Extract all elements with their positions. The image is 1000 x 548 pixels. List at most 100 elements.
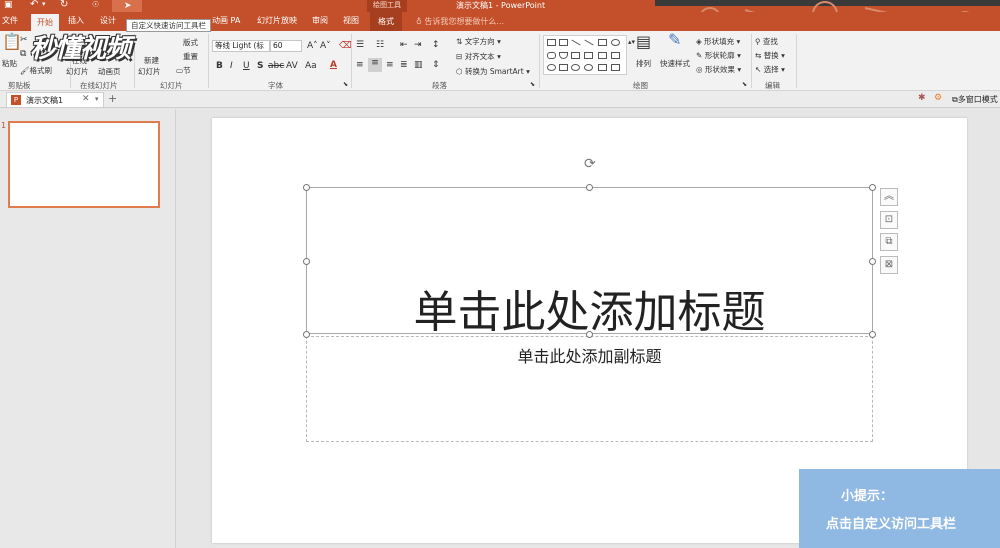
resize-handle-sw[interactable] bbox=[303, 331, 310, 338]
close-tab-icon[interactable]: ✕ bbox=[82, 94, 90, 104]
tab-dropdown-icon[interactable]: ▾ bbox=[95, 95, 99, 103]
tab-format[interactable]: 格式 bbox=[370, 12, 402, 31]
puzzle-icon[interactable]: ✱ bbox=[918, 93, 926, 103]
layout-options-icon[interactable]: ⊡ bbox=[880, 211, 898, 229]
copy-icon[interactable]: ⧉ bbox=[20, 49, 26, 59]
cut-icon[interactable]: ✂ bbox=[20, 35, 28, 45]
paragraph-dialog-launcher-icon[interactable]: ⬊ bbox=[530, 80, 535, 90]
settings-gear-icon[interactable]: ⚙ bbox=[934, 93, 942, 103]
tab-design[interactable]: 设计 bbox=[100, 15, 116, 26]
brace-shape-icon[interactable] bbox=[571, 64, 580, 71]
bracket-shape-icon[interactable] bbox=[598, 64, 607, 71]
arrange-button[interactable]: 排列 bbox=[636, 58, 651, 69]
collapse-icon[interactable]: ︽ bbox=[880, 188, 898, 206]
section-button[interactable]: ▭节 bbox=[176, 65, 191, 76]
reset-button[interactable]: 重置 bbox=[183, 51, 198, 62]
resize-handle-ne[interactable] bbox=[869, 184, 876, 191]
triangle-shape-icon[interactable] bbox=[559, 52, 568, 59]
resize-handle-s[interactable] bbox=[586, 331, 593, 338]
paste-icon[interactable]: 📋 bbox=[2, 34, 22, 50]
new-slide-button[interactable]: 幻灯片 bbox=[138, 66, 161, 77]
para-spacing-icon[interactable]: ⇕ bbox=[432, 60, 440, 70]
shape-outline-button[interactable]: ✎ 形状轮廓 ▾ bbox=[696, 50, 741, 61]
oval-shape-icon[interactable] bbox=[611, 39, 620, 46]
rotate-handle-icon[interactable]: ⟳ bbox=[584, 156, 596, 172]
font-size-select[interactable]: 60 bbox=[270, 40, 302, 52]
tell-me-search[interactable]: ♁ 告诉我您想要做什么... bbox=[416, 16, 504, 27]
font-color-button[interactable]: A bbox=[330, 60, 337, 70]
font-dialog-launcher-icon[interactable]: ⬊ bbox=[343, 80, 348, 90]
add-tab-icon[interactable]: + bbox=[108, 92, 117, 105]
resize-handle-w[interactable] bbox=[303, 258, 310, 265]
subtitle-placeholder[interactable]: 单击此处添加副标题 bbox=[306, 336, 873, 442]
bullets-icon[interactable]: ☰ bbox=[356, 40, 364, 50]
bold-button[interactable]: B bbox=[216, 61, 223, 71]
convert-smartart-button[interactable]: ⬡ 转换为 SmartArt ▾ bbox=[456, 66, 530, 77]
rect-shape-icon[interactable] bbox=[598, 39, 607, 46]
multi-window-button[interactable]: ⧉多窗口模式 bbox=[952, 94, 998, 105]
reuse-slides-button[interactable]: 幻灯片 bbox=[66, 66, 89, 77]
tab-review[interactable]: 审阅 bbox=[312, 15, 328, 26]
resize-handle-n[interactable] bbox=[586, 184, 593, 191]
replace-button[interactable]: ⇆ 替换 ▾ bbox=[755, 50, 785, 61]
find-button[interactable]: ⚲ 查找 bbox=[755, 36, 778, 47]
filter-icon[interactable]: ⊠ bbox=[880, 256, 898, 274]
resize-handle-se[interactable] bbox=[869, 331, 876, 338]
callout-shape-icon[interactable] bbox=[559, 64, 568, 71]
title-placeholder[interactable]: 单击此处添加标题 bbox=[306, 187, 873, 338]
resize-handle-e[interactable] bbox=[869, 258, 876, 265]
elbow-shape-icon[interactable] bbox=[584, 52, 593, 59]
redo-icon[interactable]: ↻ bbox=[60, 0, 68, 10]
tab-view[interactable]: 视图 bbox=[343, 15, 359, 26]
textbox-shape-icon[interactable] bbox=[547, 39, 556, 46]
gallery-scroll-icon[interactable]: ▴▾ bbox=[628, 37, 635, 47]
decrease-indent-icon[interactable]: ⇤ bbox=[400, 40, 408, 50]
tab-file[interactable]: 文件 bbox=[2, 15, 18, 26]
underline-button[interactable]: U bbox=[243, 61, 250, 71]
subtitle-placeholder-text[interactable]: 单击此处添加副标题 bbox=[307, 343, 872, 367]
shadow-button[interactable]: S bbox=[257, 61, 263, 71]
shape-effects-button[interactable]: ◎ 形状效果 ▾ bbox=[696, 64, 741, 75]
arrow-shape-icon[interactable] bbox=[584, 39, 594, 46]
grow-font-icon[interactable]: A˄ bbox=[307, 41, 318, 51]
star-shape-icon[interactable] bbox=[547, 64, 556, 71]
right-arrow-shape-icon[interactable] bbox=[598, 52, 607, 59]
tab-slideshow[interactable]: 幻灯片放映 bbox=[257, 15, 297, 26]
more-shapes-icon[interactable] bbox=[611, 64, 620, 71]
align-right-icon[interactable]: ≡ bbox=[386, 60, 394, 70]
align-left-icon[interactable]: ≡ bbox=[356, 60, 364, 70]
font-name-select[interactable]: 等线 Light (标 bbox=[212, 40, 270, 52]
arrange-icon[interactable]: ▤ bbox=[636, 34, 651, 50]
quick-styles-button[interactable]: 快速样式 bbox=[660, 58, 690, 69]
curve-shape-icon[interactable] bbox=[584, 64, 593, 71]
tab-insert[interactable]: 插入 bbox=[68, 15, 84, 26]
line-spacing-icon[interactable]: ↕ bbox=[432, 40, 440, 50]
align-text-button[interactable]: ⊟ 对齐文本 ▾ bbox=[456, 51, 501, 62]
change-case-button[interactable]: Aa bbox=[305, 61, 317, 71]
shape-fill-button[interactable]: ◈ 形状填充 ▾ bbox=[696, 36, 740, 47]
italic-button[interactable]: I bbox=[230, 61, 233, 71]
resize-handle-nw[interactable] bbox=[303, 184, 310, 191]
tab-animations[interactable]: 动画 PA bbox=[212, 15, 240, 26]
styles-icon[interactable]: ⧉ bbox=[880, 233, 898, 251]
textbox-vertical-shape-icon[interactable] bbox=[559, 39, 568, 46]
touch-mode-icon[interactable]: ☉ bbox=[92, 0, 99, 9]
char-spacing-button[interactable]: AV bbox=[286, 61, 298, 71]
text-direction-button[interactable]: ⇅ 文字方向 ▾ bbox=[456, 36, 501, 47]
layout-button[interactable]: 版式 bbox=[183, 37, 198, 48]
align-center-icon[interactable]: ≡ bbox=[368, 58, 382, 72]
numbering-icon[interactable]: ☷ bbox=[376, 40, 384, 50]
strikethrough-icon[interactable]: abc bbox=[268, 61, 284, 71]
drawing-dialog-launcher-icon[interactable]: ⬊ bbox=[742, 80, 747, 90]
undo-dropdown-icon[interactable]: ▾ bbox=[42, 0, 46, 8]
connector-shape-icon[interactable] bbox=[571, 52, 580, 59]
justify-icon[interactable]: ≣ bbox=[400, 60, 408, 70]
clear-format-icon[interactable]: ⌫ bbox=[339, 41, 352, 51]
shapes-gallery[interactable] bbox=[543, 35, 627, 75]
line-shape-icon[interactable] bbox=[571, 39, 581, 46]
rounded-rect-shape-icon[interactable] bbox=[547, 52, 556, 59]
animation-pane-button[interactable]: 动画页 bbox=[98, 66, 121, 77]
paste-label[interactable]: 粘贴 bbox=[2, 58, 17, 69]
slide-thumbnail[interactable] bbox=[8, 121, 160, 208]
format-painter-button[interactable]: 🖌格式刷 bbox=[20, 65, 52, 76]
